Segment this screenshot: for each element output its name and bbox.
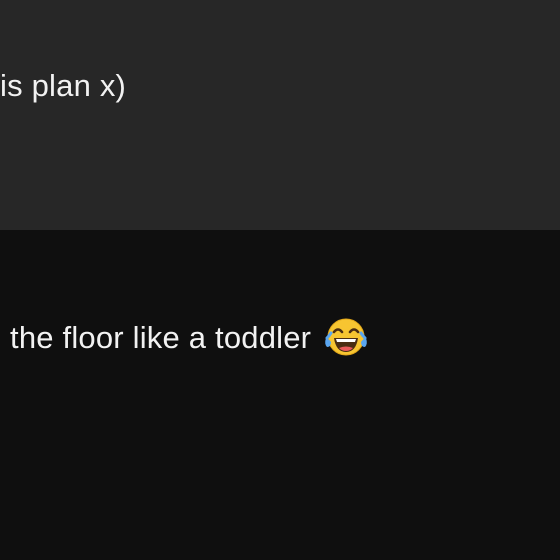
message-row: the floor like a toddler (0, 230, 560, 560)
message-row: is plan x) (0, 0, 560, 230)
message-text: is plan x) (0, 68, 127, 103)
message-text-content: the floor like a toddler (10, 320, 312, 356)
message-text: the floor like a toddler (10, 316, 369, 361)
face-with-tears-of-joy-icon (323, 316, 369, 358)
